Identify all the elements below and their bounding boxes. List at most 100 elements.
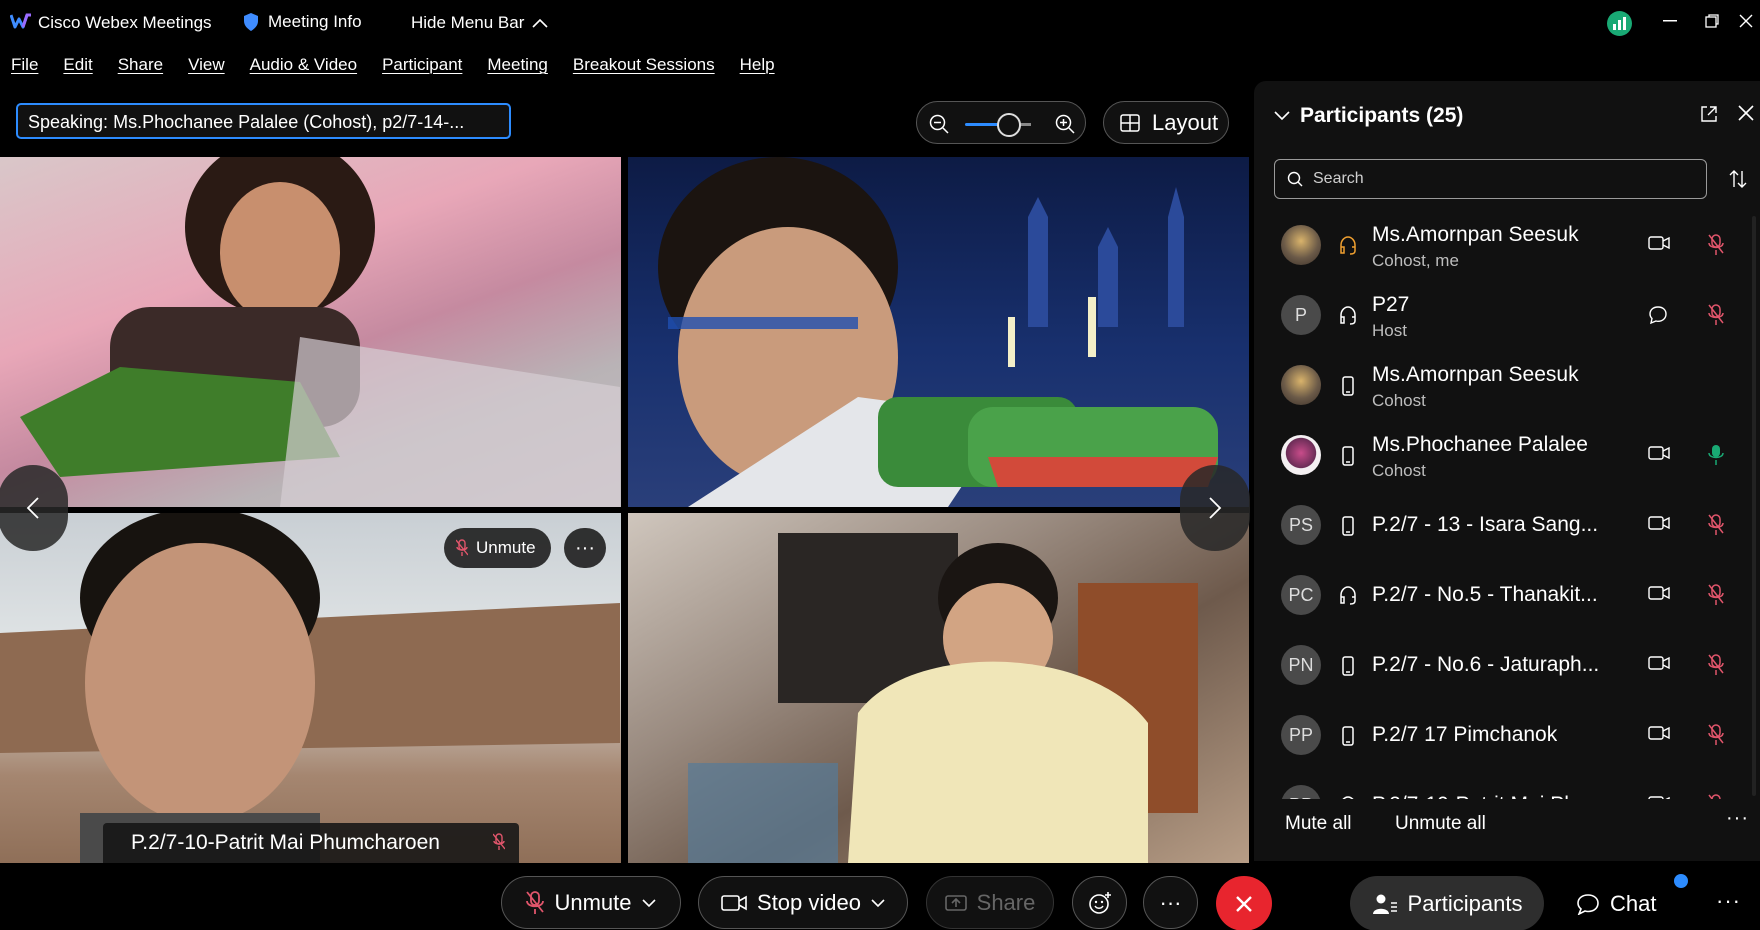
mic-active-icon[interactable] — [1708, 444, 1724, 466]
participant-row[interactable]: P P27 Host — [1254, 279, 1760, 349]
participant-row[interactable]: PS P.2/7 - 13 - Isara Sang... — [1254, 489, 1760, 559]
participants-title: Participants (25) — [1300, 104, 1464, 127]
title-bar: Cisco Webex Meetings Meeting Info Hide M… — [0, 0, 1760, 46]
participants-list: Ms.Amornpan Seesuk Cohost, me P P27 Host Ms.A… — [1254, 209, 1760, 799]
zoom-in-icon[interactable] — [1055, 114, 1075, 134]
meeting-info-label: Meeting Info — [268, 12, 362, 31]
network-health-icon[interactable] — [1607, 11, 1632, 36]
participant-name: P.2/7 - No.6 - Jaturaph... — [1372, 653, 1600, 676]
unmute-label: Unmute — [554, 889, 632, 915]
mic-muted-icon[interactable] — [1708, 724, 1724, 746]
participants-panel: Participants (25) Ms.Amornpan Seesuk Coho… — [1254, 81, 1760, 861]
mic-muted-icon[interactable] — [1708, 304, 1724, 326]
participant-row[interactable]: Ms.Amornpan Seesuk Cohost — [1254, 349, 1760, 419]
mic-muted-icon[interactable] — [1708, 654, 1724, 676]
avatar: PP — [1281, 715, 1321, 755]
participants-header[interactable]: Participants (25) — [1274, 104, 1463, 128]
avatar — [1281, 225, 1321, 265]
tile-unmute-label: Unmute — [476, 538, 536, 557]
meeting-info-button[interactable]: Meeting Info — [242, 12, 362, 32]
participant-row[interactable]: PC P.2/7 - No.5 - Thanakit... — [1254, 559, 1760, 629]
stop-video-label: Stop video — [757, 889, 861, 915]
video-tile-1[interactable] — [0, 157, 621, 507]
unmute-all-button[interactable]: Unmute all — [1395, 813, 1486, 835]
camera-icon[interactable] — [1648, 445, 1670, 461]
stop-video-button[interactable]: Stop video — [698, 876, 908, 929]
chevron-down-icon[interactable] — [871, 898, 885, 908]
avatar: P — [1281, 295, 1321, 335]
participant-name: Ms.Amornpan Seesuk — [1372, 223, 1579, 246]
hide-menu-bar-label: Hide Menu Bar — [411, 13, 525, 32]
share-icon — [944, 894, 967, 911]
camera-icon[interactable] — [1648, 725, 1670, 741]
share-button[interactable]: Share — [926, 876, 1054, 929]
video-tile-4[interactable] — [628, 513, 1249, 863]
chevron-down-icon — [1274, 111, 1290, 121]
chat-icon[interactable] — [1648, 305, 1668, 325]
sort-icon[interactable] — [1728, 169, 1748, 189]
video-tile-2[interactable] — [628, 157, 1249, 507]
meeting-controls: Unmute Stop video Share ··· Participants… — [0, 866, 1760, 930]
camera-icon[interactable] — [1648, 515, 1670, 531]
participant-row[interactable]: Ms.Phochanee Palalee Cohost — [1254, 419, 1760, 489]
camera-icon[interactable] — [1648, 585, 1670, 601]
close-panel-icon[interactable] — [1738, 105, 1754, 121]
more-options-button[interactable]: ··· — [1143, 876, 1198, 929]
participants-scrollbar[interactable] — [1752, 216, 1756, 796]
participant-row[interactable]: Ms.Amornpan Seesuk Cohost, me — [1254, 209, 1760, 279]
toolbar-more-button[interactable]: ··· — [1716, 888, 1741, 914]
minimize-button[interactable] — [1652, 6, 1688, 36]
menu-edit[interactable]: Edit — [63, 55, 92, 75]
chat-button[interactable]: Chat — [1576, 876, 1656, 930]
participants-icon — [1372, 894, 1397, 914]
participant-row[interactable]: PN P.2/7 - No.6 - Jaturaph... — [1254, 629, 1760, 699]
camera-icon[interactable] — [1648, 655, 1670, 671]
menu-participant[interactable]: Participant — [382, 55, 462, 75]
participant-row[interactable]: PPP.2/7-10-Patrit Mai Ph... — [1254, 769, 1760, 799]
hide-menu-bar-button[interactable]: Hide Menu Bar — [411, 13, 548, 33]
speaking-label: Speaking: — [28, 112, 109, 132]
participant-name: Ms.Amornpan Seesuk — [1372, 363, 1579, 386]
leave-meeting-button[interactable] — [1216, 876, 1272, 930]
participants-more-button[interactable]: ··· — [1726, 807, 1749, 830]
mic-muted-icon[interactable] — [1708, 234, 1724, 256]
close-window-button[interactable] — [1728, 6, 1760, 36]
next-page-button[interactable] — [1180, 465, 1250, 551]
layout-button[interactable]: Layout — [1103, 101, 1229, 144]
mic-muted-icon[interactable] — [1708, 514, 1724, 536]
tile-more-button[interactable]: ··· — [564, 528, 606, 568]
previous-page-button[interactable] — [0, 465, 68, 551]
participant-row[interactable]: PP P.2/7 17 Pimchanok — [1254, 699, 1760, 769]
zoom-slider-handle[interactable] — [997, 113, 1022, 137]
zoom-control — [916, 101, 1086, 144]
mute-all-button[interactable]: Mute all — [1285, 813, 1352, 835]
unmute-button[interactable]: Unmute — [501, 876, 681, 929]
phone-icon — [1342, 726, 1354, 746]
menu-help[interactable]: Help — [740, 55, 775, 75]
menu-share[interactable]: Share — [118, 55, 163, 75]
menu-view[interactable]: View — [188, 55, 225, 75]
mic-muted-icon[interactable] — [1708, 584, 1724, 606]
menu-breakout-sessions[interactable]: Breakout Sessions — [573, 55, 715, 75]
zoom-out-icon[interactable] — [929, 114, 949, 134]
menu-file[interactable]: File — [11, 55, 38, 75]
tile-unmute-button[interactable]: Unmute — [444, 528, 551, 568]
camera-icon[interactable] — [1648, 235, 1670, 251]
chevron-down-icon[interactable] — [641, 898, 656, 908]
participant-search-input[interactable] — [1313, 170, 1693, 188]
restore-button[interactable] — [1694, 6, 1730, 36]
layout-label: Layout — [1152, 109, 1219, 135]
participant-search-field[interactable] — [1274, 159, 1707, 199]
participants-footer: Mute all Unmute all ··· — [1254, 799, 1760, 859]
more-icon: ··· — [575, 536, 595, 559]
shield-icon — [244, 13, 258, 31]
minimize-icon — [1663, 20, 1677, 22]
pop-out-icon[interactable] — [1700, 105, 1718, 123]
chat-label: Chat — [1610, 890, 1657, 916]
name-tag-text: P.2/7-10-Patrit Mai Phumcharoen — [131, 831, 440, 854]
reactions-button[interactable] — [1072, 876, 1127, 929]
menu-meeting[interactable]: Meeting — [487, 55, 547, 75]
participants-button[interactable]: Participants — [1350, 876, 1544, 930]
menu-audio-video[interactable]: Audio & Video — [250, 55, 357, 75]
avatar — [1281, 365, 1321, 405]
